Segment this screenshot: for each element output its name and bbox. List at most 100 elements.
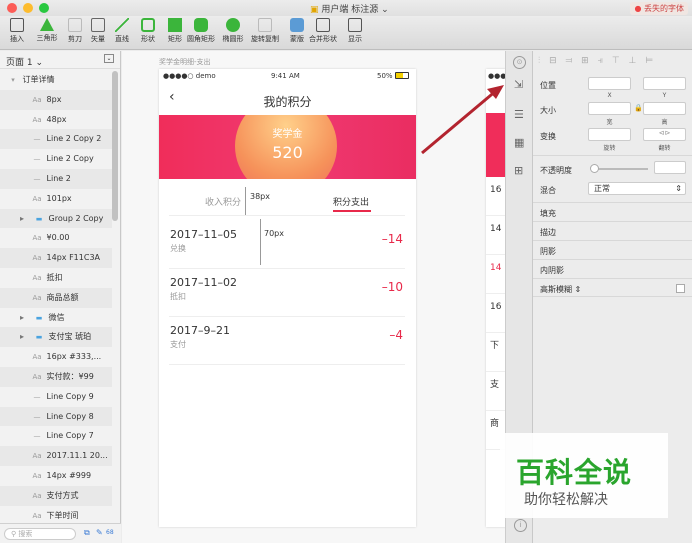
grid-icon[interactable]: ⊞ <box>514 164 523 177</box>
height-field[interactable] <box>643 102 686 115</box>
border-section[interactable]: 描边 <box>533 221 692 240</box>
oval-icon <box>226 18 240 32</box>
status-bar: ●●●●○ demo 9:41 AM 50% <box>159 69 416 83</box>
info-icon[interactable]: ☰ <box>514 108 524 121</box>
record-row[interactable]: 2017–11–02 抵扣 –10 <box>169 269 405 317</box>
flip-label: 翻转 <box>658 145 671 152</box>
tab-income[interactable]: 收入积分 <box>205 195 241 208</box>
layer-group[interactable]: ▸ ▬ 支付宝 琥珀 <box>0 327 112 348</box>
page-selector[interactable]: 页面 1 ⌄ ⌄ <box>0 51 120 69</box>
record-row[interactable]: 2017–9–21 支付 –4 <box>169 317 405 365</box>
zoom-window-button[interactable] <box>39 3 49 13</box>
flip-buttons[interactable]: ⊲⊳ <box>643 128 686 141</box>
lock-icon[interactable]: 🔒 <box>634 104 643 112</box>
folder-icon: ▬ <box>35 214 43 223</box>
layer-row[interactable]: Aa 实付款：¥99 <box>0 366 112 387</box>
art2-row: 16 <box>486 294 506 333</box>
layer-row[interactable]: — Line 2 Copy <box>0 149 112 169</box>
slider-knob[interactable] <box>590 164 599 173</box>
view-icon <box>348 18 362 32</box>
disclosure-icon[interactable]: ▸ <box>20 209 24 229</box>
toolbar-oval-button[interactable]: 椭圆形 <box>218 18 248 44</box>
layer-row[interactable]: Aa 101px <box>0 189 112 209</box>
copy-icon[interactable]: ⧉ <box>84 528 90 538</box>
record-row[interactable]: 2017–11–05 兑换 –14 <box>169 221 405 269</box>
blur-checkbox[interactable] <box>676 284 685 293</box>
opacity-field[interactable] <box>654 161 686 174</box>
scrollbar[interactable] <box>112 71 118 221</box>
toolbar-triangle-button[interactable]: 三角形 <box>32 18 62 43</box>
canvas[interactable]: 奖学金明细-支出 ●●●●○ demo 9:41 AM 50% ‹ 我的积分 奖… <box>122 51 506 543</box>
layer-label: Line 2 <box>44 173 71 183</box>
layer-row[interactable]: Aa 8px <box>0 89 112 110</box>
layer-label: Line Copy 7 <box>44 431 94 441</box>
toolbar-label: 椭圆形 <box>222 35 244 43</box>
layer-row[interactable]: — Line 2 <box>0 168 112 189</box>
divider <box>533 155 692 156</box>
toolbar-view-button[interactable]: 显示 <box>340 18 370 44</box>
toolbar-label: 形状 <box>141 35 155 43</box>
toolbar-plus-button[interactable]: 插入 <box>2 18 32 44</box>
artboard[interactable]: ●●●●○ demo 9:41 AM 50% ‹ 我的积分 奖学金 520 收入… <box>159 69 416 527</box>
layer-row[interactable]: Aa 支付方式 <box>0 485 112 506</box>
layer-row[interactable]: Aa 2017.11.1 20... <box>0 446 112 466</box>
collapse-icon[interactable]: ⌄ <box>104 54 114 63</box>
text-layer-icon: Aa <box>32 254 42 263</box>
toolbar-combine-button[interactable]: 合并形状 <box>308 18 338 44</box>
symbol-icon[interactable]: ▦ <box>514 136 524 149</box>
tab-line <box>169 215 405 216</box>
layer-label: Group 2 Copy <box>46 213 104 223</box>
layer-row[interactable]: — Line Copy 8 <box>0 406 112 427</box>
inner-shadow-section[interactable]: 内阴影 <box>533 259 692 278</box>
rotate-field[interactable] <box>588 128 631 141</box>
layer-row[interactable]: Aa 16px #333,... <box>0 347 112 367</box>
opacity-slider[interactable] <box>590 164 648 173</box>
tab-expense[interactable]: 积分支出 <box>333 195 369 208</box>
layer-label: 商品总额 <box>44 292 79 302</box>
art2-row: 14 <box>486 216 506 255</box>
disclosure-icon[interactable]: ▸ <box>20 308 24 328</box>
layer-count: 68 <box>106 529 114 536</box>
position-label: 位置 <box>540 81 556 90</box>
toolbar-label: 合并形状 <box>309 35 337 43</box>
layer-row[interactable]: — Line Copy 9 <box>0 387 112 407</box>
blur-section[interactable]: 高斯模糊 ⇕ <box>533 278 692 297</box>
disclosure-icon[interactable]: ▸ <box>20 327 24 347</box>
export-icon[interactable]: ⇲ <box>514 78 523 91</box>
toolbar-label: 三角形 <box>36 34 58 42</box>
blend-select[interactable]: 正常 ⇕ <box>588 182 686 195</box>
edit-icon[interactable]: ✎ <box>96 528 103 537</box>
close-window-button[interactable] <box>7 3 17 13</box>
warning-dot-icon: ● <box>634 4 644 13</box>
help-icon[interactable]: i <box>514 519 527 532</box>
toolbar-shape-button[interactable]: 形状 <box>133 18 163 44</box>
toolbar-round-rect-button[interactable]: 圆角矩形 <box>186 18 216 44</box>
tab-divider <box>245 187 246 215</box>
layer-label: 14px #999 <box>44 470 92 480</box>
layer-label: Line Copy 8 <box>44 411 94 421</box>
layer-row[interactable]: ▾ 订单详情 <box>0 70 112 90</box>
y-field[interactable] <box>643 77 686 90</box>
minimize-window-button[interactable] <box>23 3 33 13</box>
width-field[interactable] <box>588 102 631 115</box>
layer-row[interactable]: Aa 14px #999 <box>0 466 112 486</box>
toolbar-rotate-copy-button[interactable]: 旋转复制 <box>250 18 280 44</box>
missing-fonts-warning[interactable]: ● 丢失的字体 <box>630 2 688 15</box>
layer-group[interactable]: ▸ ▬ Group 2 Copy <box>0 208 112 229</box>
fill-section[interactable]: 填充 <box>533 202 692 221</box>
layer-group[interactable]: ▸ ▬ 微信 <box>0 308 112 328</box>
x-field[interactable] <box>588 77 631 90</box>
artboard-label[interactable]: 奖学金明细-支出 <box>159 57 211 67</box>
layer-row[interactable]: Aa ¥0.00 <box>0 228 112 248</box>
layer-row[interactable]: Aa 商品总额 <box>0 287 112 308</box>
tab-underline <box>333 210 371 212</box>
layer-row[interactable]: — Line Copy 7 <box>0 426 112 446</box>
layer-row[interactable]: Aa 14px F11C3A <box>0 248 112 268</box>
style-icon[interactable]: ⊙ <box>513 56 526 69</box>
layer-row[interactable]: Aa 48px <box>0 110 112 130</box>
layer-row[interactable]: — Line 2 Copy 2 <box>0 129 112 150</box>
toolbar-label: 旋转复制 <box>251 35 279 43</box>
shadow-section[interactable]: 阴影 <box>533 240 692 259</box>
layer-row[interactable]: Aa 抵扣 <box>0 268 112 288</box>
search-field[interactable]: ⚲ 搜索 <box>4 528 76 540</box>
